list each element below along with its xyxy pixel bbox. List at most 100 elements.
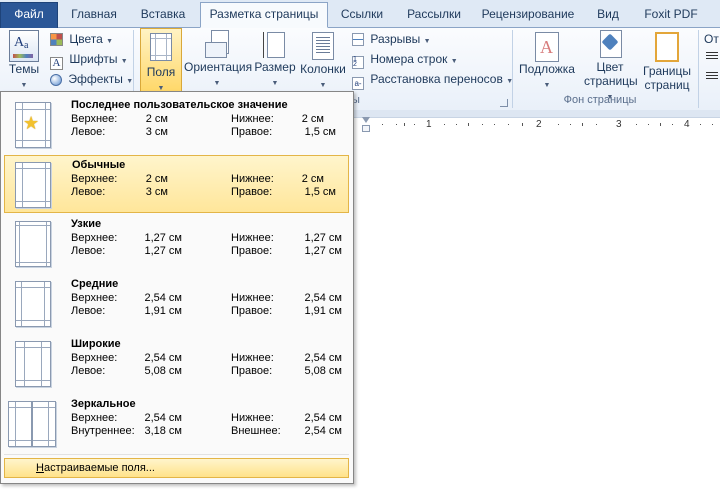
page-borders-label-1: Границы — [643, 64, 691, 78]
top-label: Верхнее: — [71, 173, 118, 185]
right-value: 1,5 см — [304, 186, 336, 198]
bottom-value: 2,54 см — [304, 352, 342, 364]
group-separator — [698, 30, 699, 108]
theme-effects-button[interactable]: Эффекты ▼ — [50, 70, 133, 88]
page-borders-icon — [655, 32, 679, 62]
right-label: Правое: — [231, 186, 273, 198]
line-numbers-icon: 12 — [352, 56, 364, 69]
top-value: 2 см — [145, 113, 168, 125]
columns-icon — [312, 32, 334, 60]
bottom-label: Нижнее: — [231, 113, 274, 125]
ruler-background — [352, 110, 720, 117]
tab-page-layout[interactable]: Разметка страницы — [200, 2, 328, 28]
preset-name: Широкие — [71, 338, 121, 350]
margins-preview-icon — [15, 221, 51, 267]
theme-colors-button[interactable]: Цвета ▼ — [50, 30, 113, 48]
hyphenation-button[interactable]: a- Расстановка переносов ▼ — [352, 70, 513, 90]
tab-mailings[interactable]: Рассылки — [398, 3, 470, 27]
tab-view[interactable]: Вид — [590, 3, 626, 27]
document-page[interactable] — [352, 133, 720, 489]
bottom-label: Нижнее: — [231, 352, 274, 364]
chevron-down-icon: ▼ — [319, 82, 327, 89]
margins-preview-icon — [15, 281, 51, 327]
indent-right-icon[interactable] — [706, 72, 718, 80]
custom-margins-label: астраиваемые поля... — [43, 462, 155, 474]
horizontal-ruler[interactable]: 1 2 3 4 — [352, 117, 720, 134]
right-label: Правое: — [231, 245, 273, 257]
margins-preset-narrow[interactable]: Узкие Верхнее: 1,27 см Нижнее: 1,27 см Л… — [4, 215, 349, 273]
font-icon: A — [50, 57, 63, 70]
chevron-down-icon: ▼ — [20, 82, 28, 89]
margins-button[interactable]: Поля ▼ — [140, 28, 182, 92]
line-numbers-button[interactable]: 12 Номера строк ▼ — [352, 50, 458, 69]
ruler-label: 4 — [684, 119, 690, 130]
tab-review[interactable]: Рецензирование — [476, 3, 580, 27]
top-value: 2 см — [145, 173, 168, 185]
top-value: 2,54 см — [144, 352, 182, 364]
top-label: Верхнее: — [71, 412, 118, 424]
preset-name: Последнее пользовательское значение — [71, 99, 288, 111]
page-color-label-1: Цвет — [596, 60, 624, 74]
right-value: 1,27 см — [304, 245, 342, 257]
chevron-down-icon: ▼ — [423, 38, 431, 45]
page-borders-button[interactable]: Границы страниц — [640, 30, 694, 92]
orientation-button[interactable]: Ориентация ▼ — [184, 30, 252, 88]
outside-label: Внешнее: — [231, 425, 281, 437]
tab-home[interactable]: Главная — [62, 3, 126, 27]
theme-colors-label: Цвета — [69, 32, 103, 46]
tab-file[interactable]: Файл — [0, 2, 58, 28]
tab-references[interactable]: Ссылки — [332, 3, 392, 27]
watermark-label: Подложка — [519, 62, 575, 76]
preset-name: Средние — [71, 278, 119, 290]
ribbon-tab-bar: Файл Главная Вставка Разметка страницы С… — [0, 0, 720, 28]
star-icon: ★ — [23, 113, 40, 133]
page-size-icon — [263, 30, 287, 60]
watermark-icon: A — [535, 32, 559, 62]
top-label: Верхнее: — [71, 352, 118, 364]
left-value: 1,91 см — [144, 305, 182, 317]
page-break-icon — [352, 33, 364, 46]
left-indent-marker[interactable] — [362, 125, 370, 132]
theme-fonts-button[interactable]: A Шрифты ▼ — [50, 50, 128, 70]
line-numbers-label: Номера строк — [370, 52, 448, 66]
custom-margins-menu-item[interactable]: Настраиваемые поля... — [4, 458, 349, 478]
columns-button[interactable]: Колонки ▼ — [298, 30, 348, 90]
margins-preset-wide[interactable]: Широкие Верхнее: 2,54 см Нижнее: 2,54 см… — [4, 335, 349, 393]
margins-preset-moderate[interactable]: Средние Верхнее: 2,54 см Нижнее: 2,54 см… — [4, 275, 349, 333]
margins-icon — [150, 33, 172, 61]
page-setup-dialog-launcher[interactable] — [500, 99, 508, 107]
top-label: Верхнее: — [71, 232, 118, 244]
breaks-button[interactable]: Разрывы ▼ — [352, 30, 431, 48]
preset-name: Узкие — [71, 218, 102, 230]
themes-button[interactable]: A a Темы ▼ — [4, 30, 44, 90]
margins-preset-normal[interactable]: Обычные Верхнее: 2 см Нижнее: 2 см Левое… — [4, 155, 349, 213]
watermark-button[interactable]: A Подложка ▼ — [516, 30, 578, 90]
breaks-label: Разрывы — [370, 32, 421, 46]
margins-preset-last-custom[interactable]: ★ Последнее пользовательское значение Ве… — [4, 96, 349, 154]
preset-name: Обычные — [72, 159, 126, 171]
theme-effects-label: Эффекты — [68, 72, 123, 86]
theme-fonts-label: Шрифты — [69, 52, 118, 66]
bottom-label: Нижнее: — [231, 232, 274, 244]
first-line-indent-marker[interactable] — [362, 117, 371, 125]
size-button[interactable]: Размер ▼ — [254, 30, 296, 88]
indent-left-icon[interactable] — [706, 52, 718, 60]
tab-foxit-pdf[interactable]: Foxit PDF — [636, 3, 706, 27]
size-label: Размер — [254, 60, 296, 74]
page-setup-group-label: ы — [352, 94, 360, 106]
left-label: Левое: — [71, 305, 106, 317]
left-label: Левое: — [71, 245, 106, 257]
custom-margins-accelerator: Н — [36, 462, 44, 474]
group-separator — [512, 30, 513, 108]
chevron-down-icon: ▼ — [450, 58, 458, 65]
ruler-label: 1 — [426, 119, 432, 130]
margins-preview-icon — [15, 341, 51, 387]
left-label: Левое: — [71, 126, 106, 138]
margins-dropdown-menu: ★ Последнее пользовательское значение Ве… — [0, 91, 354, 484]
tab-insert[interactable]: Вставка — [132, 3, 194, 27]
right-label: Правое: — [231, 365, 273, 377]
margins-preview-icon — [15, 162, 51, 208]
margins-label: Поля — [146, 65, 176, 79]
margins-preset-mirrored[interactable]: Зеркальное Верхнее: 2,54 см Нижнее: 2,54… — [4, 395, 349, 453]
left-value: 3 см — [145, 186, 168, 198]
